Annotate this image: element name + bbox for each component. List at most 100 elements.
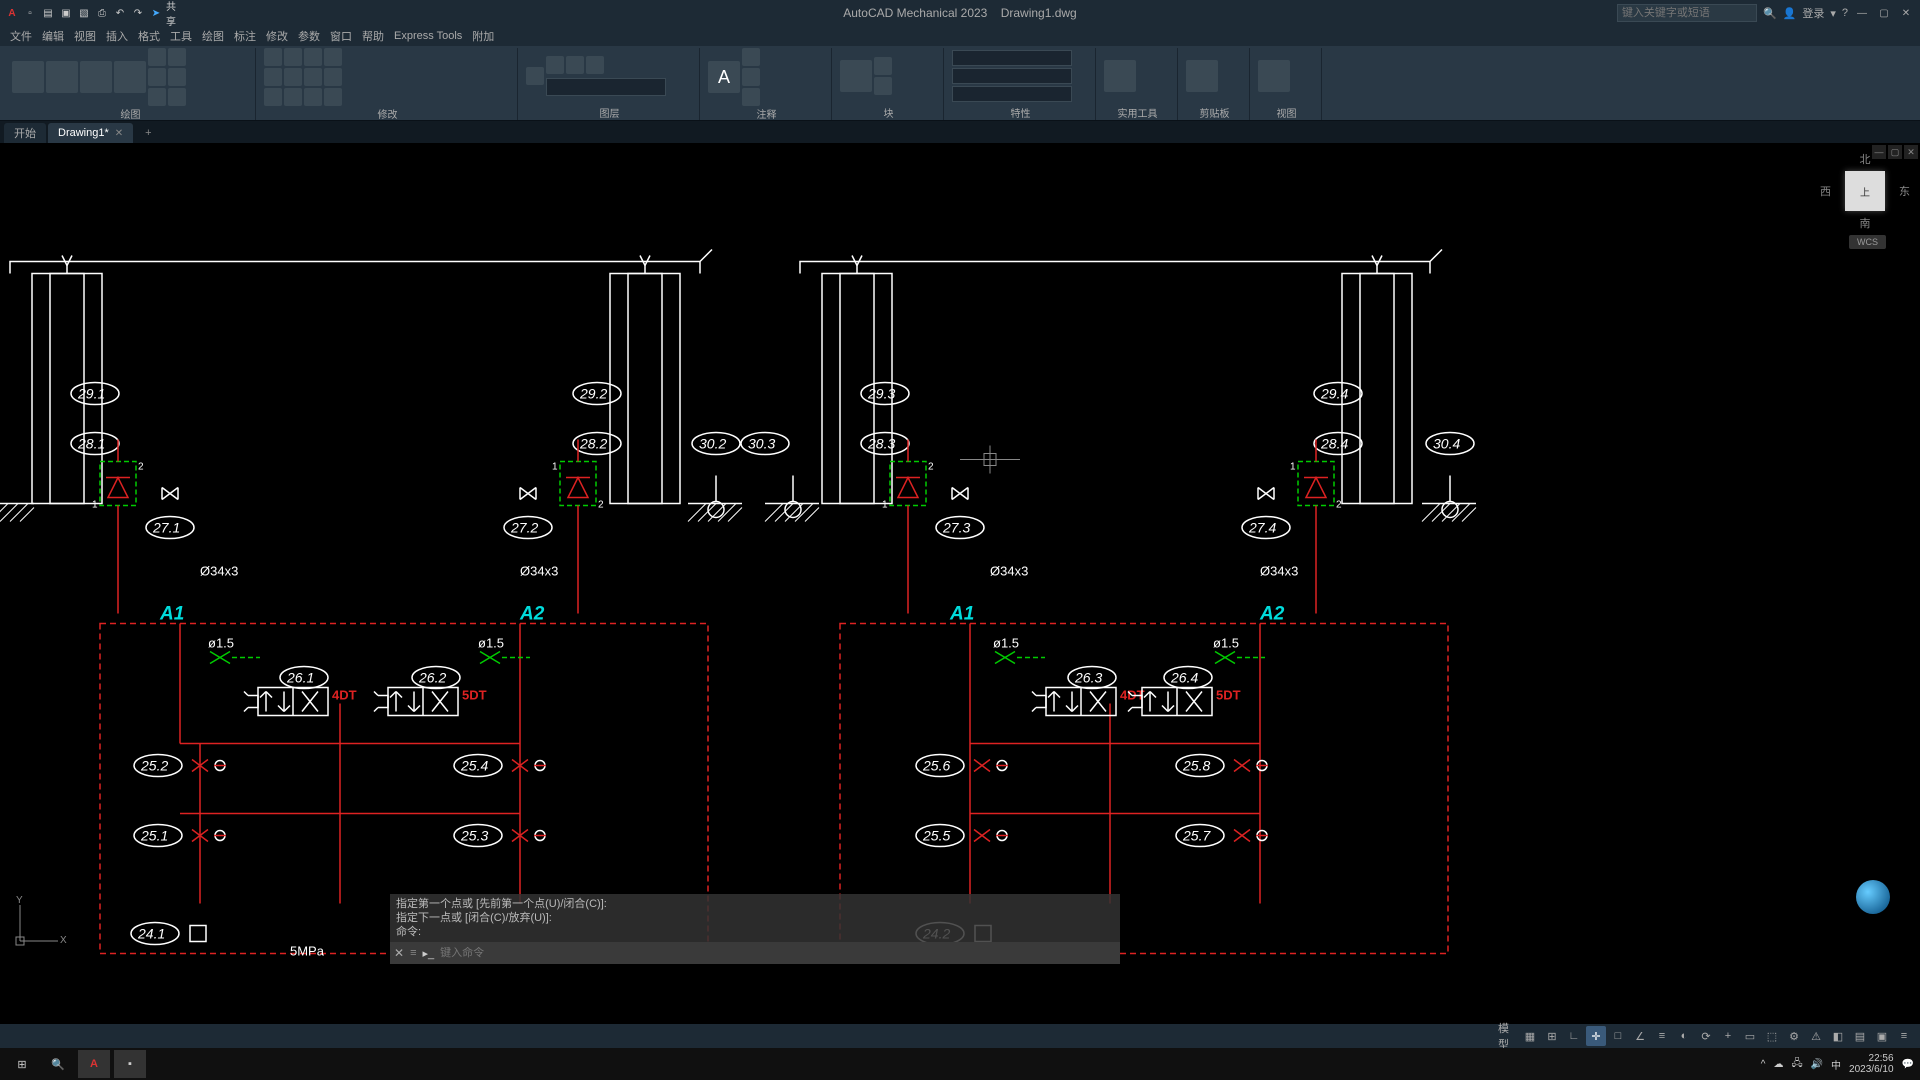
menu-dim[interactable]: 标注 [234,28,256,44]
menu-file[interactable]: 文件 [10,28,32,44]
arc-button[interactable] [114,61,146,93]
rotate-button[interactable] [284,48,302,66]
point-button[interactable] [168,88,186,106]
edit-block-button[interactable] [874,77,892,95]
color-dropdown[interactable] [952,50,1072,66]
command-input[interactable] [440,947,1116,959]
app-menu-icon[interactable]: A [4,5,20,21]
viewcube-west[interactable]: 西 [1820,183,1831,199]
layer-dropdown[interactable] [546,78,666,96]
rect-button[interactable] [148,48,166,66]
line-button[interactable] [12,61,44,93]
iso-icon[interactable]: ◧ [1828,1026,1848,1046]
explode-button[interactable] [324,88,342,106]
text-button[interactable]: A [708,61,740,93]
polyline-button[interactable] [46,61,78,93]
menu-modify[interactable]: 修改 [266,28,288,44]
menu-insert[interactable]: 插入 [106,28,128,44]
drawing-viewport[interactable]: — ▢ ✕ [0,143,1920,1024]
polar-icon[interactable]: ✛ [1586,1026,1606,1046]
anno-mon-icon[interactable]: ⚠ [1806,1026,1826,1046]
offset-button[interactable] [324,48,342,66]
layer-freeze-button[interactable] [546,56,564,74]
units-icon[interactable]: ⬚ [1762,1026,1782,1046]
tab-new[interactable]: + [135,123,161,143]
tab-start[interactable]: 开始 [4,123,46,143]
spline-button[interactable] [168,48,186,66]
cmd-handle-icon[interactable]: ≡ [410,947,416,959]
tray-chevron-icon[interactable]: ^ [1761,1059,1766,1070]
viewcube-north[interactable]: 北 [1820,151,1910,167]
viewcube-top[interactable]: 上 [1845,171,1885,211]
tray-notification-icon[interactable]: 💬 [1902,1059,1914,1070]
menu-view[interactable]: 视图 [74,28,96,44]
taskbar-autocad-icon[interactable]: A [78,1050,110,1078]
snap-icon[interactable]: ⊞ [1542,1026,1562,1046]
tray-date[interactable]: 2023/6/10 [1849,1064,1894,1075]
workspace-icon[interactable]: ⚙ [1784,1026,1804,1046]
menu-format[interactable]: 格式 [138,28,160,44]
ortho-icon[interactable]: ∟ [1564,1026,1584,1046]
menu-draw[interactable]: 绘图 [202,28,224,44]
cmd-close-icon[interactable]: ✕ [394,946,404,960]
tab-drawing1[interactable]: Drawing1*✕ [48,123,133,143]
viewcube-east[interactable]: 东 [1899,183,1910,199]
tray-volume-icon[interactable]: 🔊 [1811,1059,1823,1070]
osnap-icon[interactable]: □ [1608,1026,1628,1046]
move-button[interactable] [264,48,282,66]
layer-lock-button[interactable] [566,56,584,74]
menu-extra[interactable]: 附加 [472,28,494,44]
command-window[interactable]: 指定第一个点或 [先前第一个点(U)/闭合(C)]: 指定下一点或 [闭合(C)… [390,894,1120,964]
taskbar-app-icon[interactable]: ▪ [114,1050,146,1078]
share-label[interactable]: 共享 [166,5,182,21]
user-label[interactable]: 登录 [1802,5,1824,21]
tray-time[interactable]: 22:56 [1869,1053,1894,1064]
help-icon[interactable]: ? [1842,7,1848,19]
hatch-button[interactable] [148,88,166,106]
layer-off-button[interactable] [586,56,604,74]
fillet-button[interactable] [304,68,322,86]
new-icon[interactable]: ▫ [22,5,38,21]
circle-button[interactable] [80,61,112,93]
insert-block-button[interactable] [840,60,872,92]
tray-ime[interactable]: 中 [1831,1057,1841,1072]
clean-icon[interactable]: ▣ [1872,1026,1892,1046]
table-button[interactable] [742,88,760,106]
drawing-canvas[interactable]: 29.1 28.1 29.2 28.2 30.2 30.3 12 27.1 21… [0,143,1920,1024]
menu-tools[interactable]: 工具 [170,28,192,44]
nav-wheel-icon[interactable] [1856,880,1890,914]
dyn-icon[interactable]: + [1718,1026,1738,1046]
menu-express[interactable]: Express Tools [394,30,462,42]
xline-button[interactable] [168,68,186,86]
scale-button[interactable] [284,88,302,106]
view-button[interactable] [1258,60,1290,92]
dim-button[interactable] [742,48,760,66]
minimize-icon[interactable]: — [1854,5,1870,21]
transparency-icon[interactable]: ◐ [1674,1026,1694,1046]
wcs-label[interactable]: WCS [1849,235,1886,249]
view-cube[interactable]: 北 西 上 东 南 [1820,151,1910,231]
create-block-button[interactable] [874,57,892,75]
qp-icon[interactable]: ▭ [1740,1026,1760,1046]
start-icon[interactable]: ⊞ [6,1050,38,1078]
tray-network-icon[interactable]: 🖧 [1791,1056,1802,1073]
model-button[interactable]: 模型 [1498,1026,1518,1046]
exchange-icon[interactable]: ▾ [1830,7,1836,20]
taskbar-search-icon[interactable]: 🔍 [42,1050,74,1078]
search-input[interactable] [1617,4,1757,22]
plot-icon[interactable]: ⎙ [94,5,110,21]
leader-button[interactable] [742,68,760,86]
cycling-icon[interactable]: ⟳ [1696,1026,1716,1046]
otrack-icon[interactable]: ∠ [1630,1026,1650,1046]
undo-icon[interactable]: ↶ [112,5,128,21]
lwt-icon[interactable]: ≡ [1652,1026,1672,1046]
copy-button[interactable] [264,68,282,86]
share-icon[interactable]: ➤ [148,5,164,21]
paste-button[interactable] [1186,60,1218,92]
ellipse-button[interactable] [148,68,166,86]
stretch-button[interactable] [264,88,282,106]
maximize-icon[interactable]: ▢ [1876,5,1892,21]
measure-button[interactable] [1104,60,1136,92]
search-icon[interactable]: 🔍 [1763,7,1777,20]
hardware-icon[interactable]: ▤ [1850,1026,1870,1046]
